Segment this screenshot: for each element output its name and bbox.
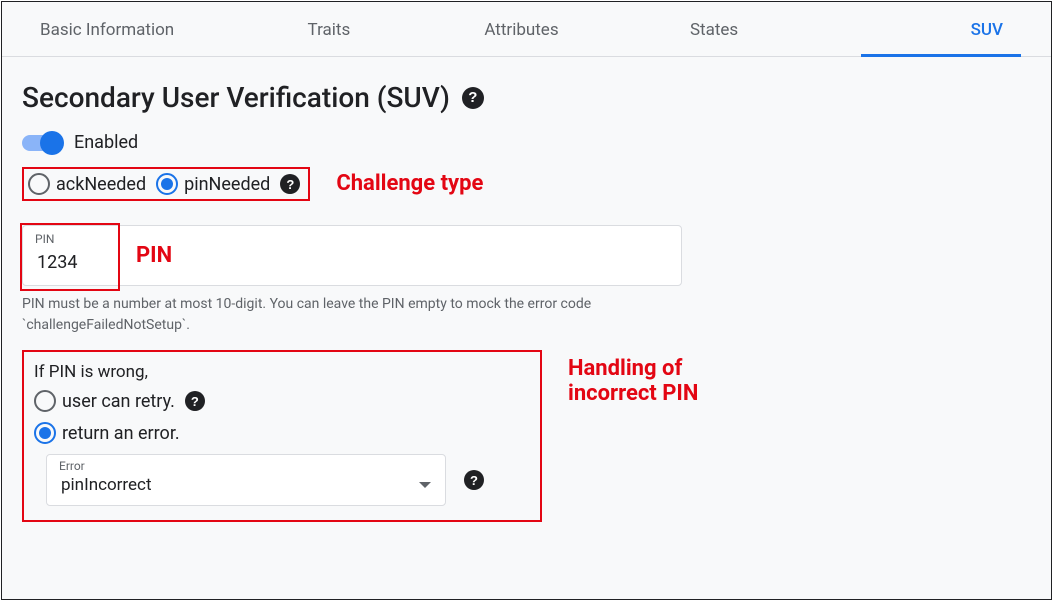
radio-circle-icon	[34, 390, 56, 412]
radio-ack-needed[interactable]: ackNeeded	[28, 173, 146, 195]
annotation-challenge-type: Challenge type	[336, 171, 483, 196]
help-icon[interactable]: ?	[462, 87, 484, 109]
pin-field-value: 1234	[37, 252, 667, 273]
radio-circle-selected-icon	[156, 173, 178, 195]
challenge-type-group: ackNeeded pinNeeded ?	[22, 167, 310, 201]
help-icon[interactable]: ?	[185, 391, 205, 411]
tabs-bar: Basic Information Traits Attributes Stat…	[2, 2, 1051, 57]
radio-pin-needed-label: pinNeeded	[184, 174, 270, 195]
enabled-toggle[interactable]	[22, 135, 62, 151]
pin-hint-text: PIN must be a number at most 10-digit. Y…	[22, 294, 682, 336]
tab-suv[interactable]: SUV	[810, 2, 1051, 56]
annotation-handling-line2: incorrect PIN	[568, 381, 698, 406]
error-select-value: pinIncorrect	[61, 475, 152, 495]
pin-field-label: PIN	[35, 232, 54, 246]
enabled-toggle-label: Enabled	[74, 132, 138, 153]
tab-basic-information[interactable]: Basic Information	[2, 2, 233, 56]
help-icon[interactable]: ?	[280, 174, 300, 194]
radio-ack-needed-label: ackNeeded	[56, 174, 146, 195]
radio-circle-selected-icon	[34, 422, 56, 444]
error-handling-section: If PIN is wrong, user can retry. ? retur…	[22, 350, 542, 522]
help-icon[interactable]: ?	[464, 470, 484, 490]
tab-states[interactable]: States	[618, 2, 811, 56]
toggle-thumb	[40, 131, 64, 155]
section-title: Secondary User Verification (SUV)	[22, 81, 450, 114]
radio-user-can-retry[interactable]: user can retry.	[34, 390, 175, 412]
annotation-handling-line1: Handling of	[568, 356, 698, 381]
tab-attributes[interactable]: Attributes	[425, 2, 618, 56]
error-handling-prompt: If PIN is wrong,	[34, 362, 530, 382]
radio-return-error-label: return an error.	[62, 423, 180, 444]
error-select[interactable]: Error pinIncorrect	[46, 454, 446, 506]
radio-pin-needed[interactable]: pinNeeded	[156, 173, 270, 195]
chevron-down-icon	[419, 482, 431, 488]
tab-traits[interactable]: Traits	[233, 2, 426, 56]
annotation-pin: PIN	[136, 243, 172, 268]
radio-user-can-retry-label: user can retry.	[62, 391, 175, 412]
radio-circle-icon	[28, 173, 50, 195]
radio-return-error[interactable]: return an error.	[34, 422, 180, 444]
pin-input[interactable]: PIN 1234	[22, 225, 682, 286]
error-select-label: Error	[59, 459, 85, 473]
